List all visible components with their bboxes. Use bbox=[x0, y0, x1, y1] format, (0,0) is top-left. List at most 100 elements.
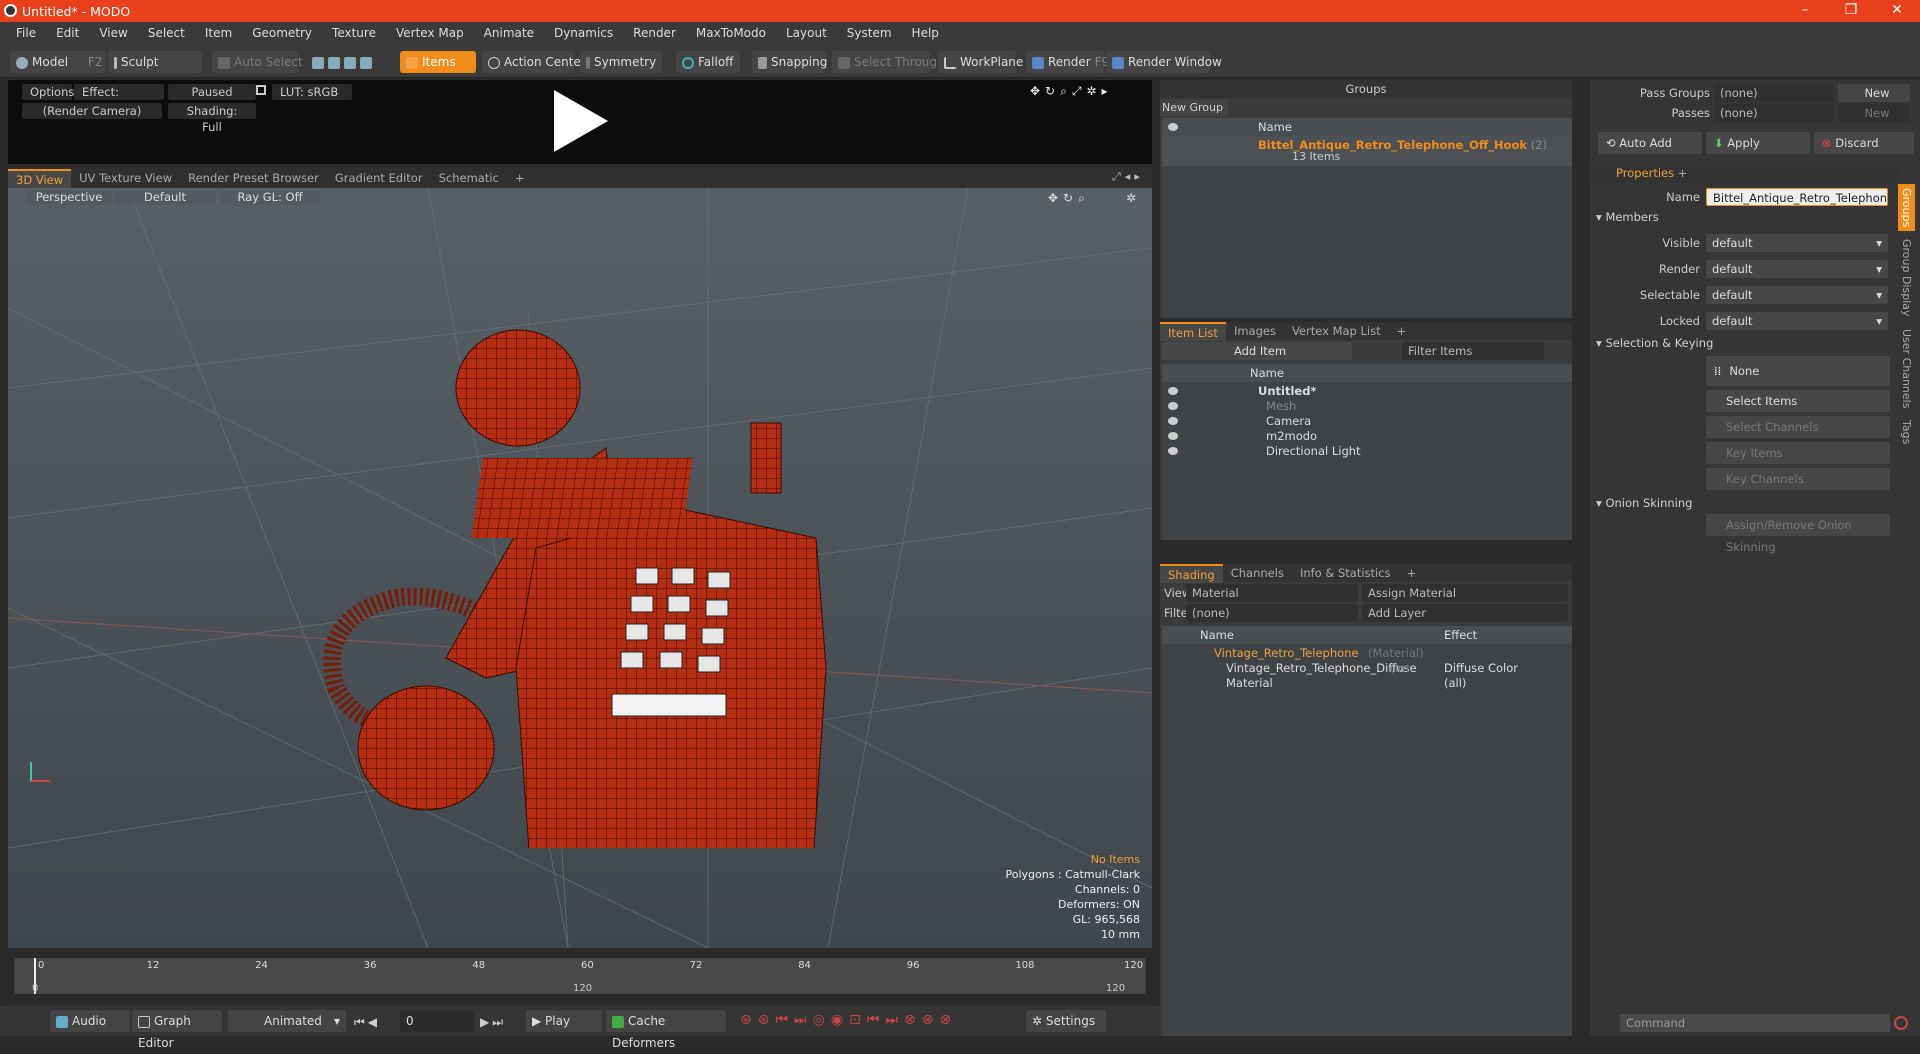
symmetry-button[interactable]: Symmetry bbox=[580, 51, 662, 73]
raygl-dropdown[interactable]: Ray GL: Off bbox=[220, 190, 320, 205]
menu-system[interactable]: System bbox=[837, 26, 902, 40]
action-center-button[interactable]: Action Center bbox=[482, 51, 586, 73]
itemlist-tab-2[interactable]: Vertex Map List bbox=[1284, 322, 1389, 341]
none-button[interactable]: ⁞⁞ None bbox=[1706, 356, 1890, 386]
eye-icon[interactable] bbox=[1168, 447, 1178, 455]
shading-tab-2[interactable]: Info & Statistics bbox=[1292, 564, 1399, 583]
add-layer-dropdown[interactable]: Add Layer bbox=[1362, 604, 1568, 622]
preview-shading-dropdown[interactable]: Shading: Full bbox=[168, 103, 256, 134]
shading-tab-0[interactable]: Shading bbox=[1160, 564, 1223, 583]
key-channels-button[interactable]: Key Channels bbox=[1706, 468, 1890, 490]
passes-dropdown[interactable]: (none) bbox=[1714, 104, 1834, 122]
preview-camera-dropdown[interactable]: (Render Camera) bbox=[22, 103, 162, 119]
perspective-dropdown[interactable]: Perspective bbox=[26, 190, 112, 205]
auto-add-button[interactable]: ⟲ Auto Add bbox=[1598, 132, 1702, 154]
key-tools-icons[interactable]: ⊛⊛⏮⏭◎◉⊡⏮⏭⊗⊗⊗ bbox=[740, 1012, 957, 1028]
selectable-dropdown[interactable]: default ▾ bbox=[1706, 286, 1888, 304]
menu-animate[interactable]: Animate bbox=[474, 26, 544, 40]
itemlist-tab-0[interactable]: Item List bbox=[1160, 322, 1226, 341]
properties-tab[interactable]: Properties bbox=[1616, 166, 1674, 180]
shading-tab-1[interactable]: Channels bbox=[1223, 564, 1292, 583]
preview-effect-dropdown[interactable]: Effect: (Shadi... bbox=[74, 84, 164, 115]
viewport-tab-2[interactable]: Render Preset Browser bbox=[180, 169, 327, 188]
material-mode-icon[interactable] bbox=[360, 56, 372, 69]
vertex-mode-icon[interactable] bbox=[312, 56, 324, 69]
default-style-dropdown[interactable]: Default bbox=[114, 190, 216, 205]
menu-view[interactable]: View bbox=[89, 26, 137, 40]
side-tab-2[interactable]: User Channels bbox=[1898, 325, 1915, 412]
eye-icon[interactable] bbox=[1168, 432, 1178, 440]
itemlist-tab-3[interactable]: + bbox=[1389, 322, 1415, 341]
render-button[interactable]: Render F9 bbox=[1026, 51, 1109, 73]
menu-item[interactable]: Item bbox=[195, 26, 242, 40]
viewport-tab-0[interactable]: 3D View bbox=[8, 169, 72, 188]
maximize-icon[interactable]: ❐ bbox=[1828, 0, 1874, 22]
snapping-button[interactable]: Snapping bbox=[752, 51, 827, 73]
polygon-mode-icon[interactable] bbox=[344, 56, 356, 69]
group-row[interactable]: Bittel_Antique_Retro_Telephone_Off_Hook … bbox=[1162, 136, 1572, 166]
auto-select-button[interactable]: Auto Select bbox=[212, 51, 303, 73]
add-item-dropdown[interactable]: Add Item bbox=[1162, 342, 1352, 360]
viewport-expand-icon[interactable]: ⤢◂▸ bbox=[1112, 170, 1144, 184]
filter-dropdown[interactable]: (none) bbox=[1186, 604, 1358, 622]
viewport-nav-icons[interactable]: ✥↻⌕ bbox=[1048, 191, 1090, 206]
members-section[interactable]: ▾ Members bbox=[1596, 210, 1659, 224]
view-dropdown[interactable]: Material bbox=[1186, 584, 1358, 602]
menu-vertex-map[interactable]: Vertex Map bbox=[386, 26, 474, 40]
pass-groups-dropdown[interactable]: (none) bbox=[1714, 84, 1834, 102]
side-tab-0[interactable]: Groups bbox=[1898, 184, 1915, 232]
shader-tree[interactable]: Name Effect Vintage_Retro_Telephone (Mate… bbox=[1162, 626, 1572, 1036]
shader-row[interactable]: Material (all) bbox=[1162, 674, 1572, 692]
menu-help[interactable]: Help bbox=[902, 26, 949, 40]
animated-dropdown[interactable]: Animated ▾ bbox=[228, 1010, 346, 1032]
item-list[interactable]: Name Untitled* Mesh Camera m2modo Directiona… bbox=[1162, 364, 1572, 540]
item-row[interactable]: Directional Light bbox=[1162, 442, 1572, 460]
falloff-button[interactable]: Falloff bbox=[676, 51, 740, 73]
assign-onion-button[interactable]: Assign/Remove Onion Skinning bbox=[1706, 514, 1890, 554]
menu-geometry[interactable]: Geometry bbox=[242, 26, 322, 40]
menu-dynamics[interactable]: Dynamics bbox=[544, 26, 623, 40]
discard-button[interactable]: ⊗ Discard bbox=[1814, 132, 1914, 154]
groups-list[interactable]: Name Bittel_Antique_Retro_Telephone_Off_… bbox=[1162, 118, 1572, 318]
menu-render[interactable]: Render bbox=[623, 26, 686, 40]
eye-icon[interactable] bbox=[1168, 123, 1178, 131]
model-button[interactable]: Model F2 bbox=[10, 51, 106, 73]
graph-editor-button[interactable]: Graph Editor bbox=[132, 1010, 222, 1050]
items-mode-button[interactable]: Items bbox=[400, 51, 476, 73]
menu-select[interactable]: Select bbox=[138, 26, 195, 40]
menu-file[interactable]: File bbox=[6, 26, 46, 40]
minimize-icon[interactable]: – bbox=[1782, 0, 1828, 22]
select-through-button[interactable]: Select Through bbox=[832, 51, 945, 73]
viewport-tab-3[interactable]: Gradient Editor bbox=[327, 169, 431, 188]
telephone-model[interactable] bbox=[276, 328, 876, 848]
new-group-button[interactable]: New Group bbox=[1160, 100, 1228, 116]
menu-texture[interactable]: Texture bbox=[322, 26, 386, 40]
preview-nav-icons[interactable]: ✥↻⌕⤢✲▸ bbox=[1030, 84, 1113, 99]
preview-options-button[interactable]: Options bbox=[22, 84, 74, 100]
render-window-button[interactable]: Render Window bbox=[1106, 51, 1222, 73]
transport-prev-icons[interactable]: ⏮◀ bbox=[354, 1015, 380, 1030]
play-preview-icon[interactable] bbox=[544, 86, 614, 156]
preview-lut-dropdown[interactable]: LUT: sRGB bbox=[272, 84, 352, 100]
menu-layout[interactable]: Layout bbox=[776, 26, 837, 40]
transport-next-icons[interactable]: ▶⏭ bbox=[480, 1015, 506, 1030]
viewport-tab-1[interactable]: UV Texture View bbox=[71, 169, 180, 188]
eye-icon[interactable] bbox=[1168, 417, 1178, 425]
add-tab-icon[interactable]: + bbox=[1678, 166, 1688, 180]
select-items-button[interactable]: Select Items bbox=[1706, 390, 1890, 412]
play-button[interactable]: ▶ Play bbox=[526, 1010, 602, 1032]
side-tab-3[interactable]: Tags bbox=[1898, 416, 1915, 448]
new-pass-button[interactable]: New bbox=[1838, 84, 1910, 102]
workplane-button[interactable]: WorkPlane bbox=[938, 51, 1023, 73]
key-items-button[interactable]: Key Items bbox=[1706, 442, 1890, 464]
select-channels-button[interactable]: Select Channels bbox=[1706, 416, 1890, 438]
selection-mode-icons[interactable] bbox=[306, 51, 396, 73]
sculpt-button[interactable]: Sculpt bbox=[108, 51, 202, 73]
locked-dropdown[interactable]: default ▾ bbox=[1706, 312, 1888, 330]
onion-skinning-section[interactable]: ▾ Onion Skinning bbox=[1596, 496, 1692, 510]
shading-tab-3[interactable]: + bbox=[1399, 564, 1425, 583]
visible-dropdown[interactable]: default ▾ bbox=[1706, 234, 1888, 252]
eye-icon[interactable] bbox=[1168, 387, 1178, 395]
menu-maxtomodo[interactable]: MaxToModo bbox=[686, 26, 776, 40]
viewport-tab-4[interactable]: Schematic bbox=[431, 169, 507, 188]
